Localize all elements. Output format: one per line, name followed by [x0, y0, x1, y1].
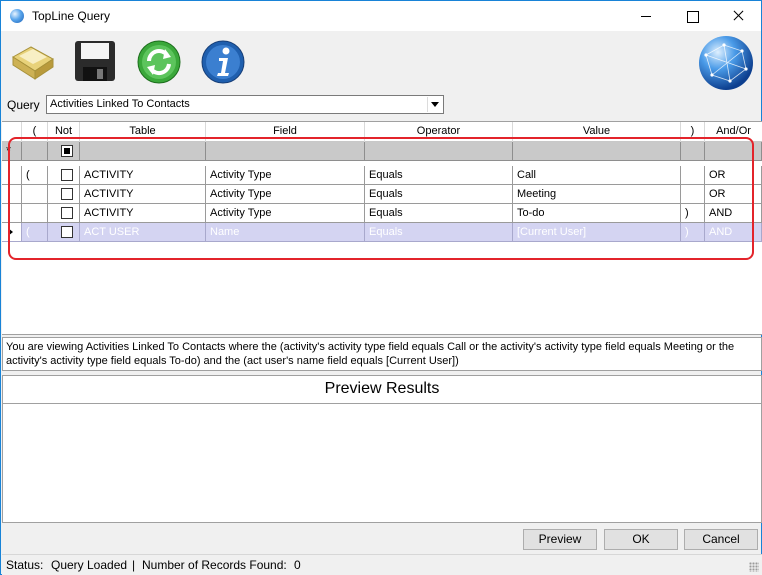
- not-checkbox[interactable]: [61, 169, 73, 181]
- maximize-button[interactable]: [669, 1, 715, 31]
- cell-table[interactable]: ACTIVITY: [80, 185, 206, 204]
- cell-operator[interactable]: [365, 142, 513, 161]
- cell-open-paren[interactable]: [22, 185, 48, 204]
- header-field[interactable]: Field: [206, 122, 365, 142]
- open-folder-icon[interactable]: [9, 39, 57, 85]
- cell-field[interactable]: [206, 142, 365, 161]
- cell-field[interactable]: Name: [206, 223, 365, 242]
- cell-not[interactable]: [48, 223, 80, 242]
- cell-value[interactable]: Call: [513, 166, 681, 185]
- status-value: Query Loaded: [51, 558, 128, 572]
- query-criteria-grid: ( Not Table Field Operator Value ) And/O…: [2, 121, 762, 335]
- cell-field[interactable]: Activity Type: [206, 185, 365, 204]
- resize-grip-icon[interactable]: [749, 562, 759, 572]
- cell-table[interactable]: ACT USER: [80, 223, 206, 242]
- app-globe-icon: [10, 9, 24, 23]
- cell-value[interactable]: To-do: [513, 204, 681, 223]
- new-row[interactable]: *: [2, 142, 762, 161]
- cell-close-paren[interactable]: [681, 166, 705, 185]
- cell-operator[interactable]: Equals: [365, 185, 513, 204]
- cell-and-or[interactable]: AND: [705, 204, 762, 223]
- row-selector[interactable]: [2, 166, 22, 185]
- globe-icon: [696, 33, 756, 93]
- cell-operator[interactable]: Equals: [365, 166, 513, 185]
- cell-and-or[interactable]: AND: [705, 223, 762, 242]
- info-icon[interactable]: [199, 39, 247, 85]
- cell-open-paren[interactable]: [22, 204, 48, 223]
- window-title: TopLine Query: [32, 9, 111, 23]
- records-found-count: 0: [294, 558, 301, 572]
- header-and-or[interactable]: And/Or: [705, 122, 762, 142]
- cell-table[interactable]: ACTIVITY: [80, 204, 206, 223]
- cell-not[interactable]: [48, 185, 80, 204]
- cell-close-paren[interactable]: [681, 185, 705, 204]
- cell-close-paren[interactable]: ): [681, 204, 705, 223]
- minimize-button[interactable]: [623, 1, 669, 31]
- cell-open-paren[interactable]: [22, 142, 48, 161]
- cell-field[interactable]: Activity Type: [206, 204, 365, 223]
- cell-operator[interactable]: Equals: [365, 204, 513, 223]
- header-open-paren[interactable]: (: [22, 122, 48, 142]
- status-label: Status:: [6, 558, 44, 572]
- header-table[interactable]: Table: [80, 122, 206, 142]
- status-separator: |: [132, 558, 136, 572]
- query-label: Query: [7, 98, 40, 112]
- records-found-label: Number of Records Found:: [142, 558, 287, 572]
- header-not[interactable]: Not: [48, 122, 80, 142]
- table-row[interactable]: ACTIVITY Activity Type Equals Meeting OR: [2, 185, 762, 204]
- title-bar: TopLine Query: [1, 1, 761, 31]
- cell-not[interactable]: [48, 166, 80, 185]
- header-operator[interactable]: Operator: [365, 122, 513, 142]
- query-dropdown[interactable]: Activities Linked To Contacts: [46, 95, 444, 114]
- preview-results-title: Preview Results: [2, 375, 762, 403]
- header-value[interactable]: Value: [513, 122, 681, 142]
- cell-value[interactable]: [Current User]: [513, 223, 681, 242]
- cell-close-paren[interactable]: ): [681, 223, 705, 242]
- table-row[interactable]: ACTIVITY Activity Type Equals To-do ) AN…: [2, 204, 762, 223]
- cell-table[interactable]: ACTIVITY: [80, 166, 206, 185]
- new-row-marker: *: [6, 143, 12, 158]
- not-checkbox[interactable]: [61, 226, 73, 238]
- cell-and-or[interactable]: OR: [705, 185, 762, 204]
- grid-header: ( Not Table Field Operator Value ) And/O…: [2, 122, 762, 142]
- cell-value[interactable]: [513, 142, 681, 161]
- table-row-selected[interactable]: ( ACT USER Name Equals [Current User] ) …: [2, 223, 762, 242]
- refresh-icon[interactable]: [135, 39, 183, 85]
- table-row[interactable]: ( ACTIVITY Activity Type Equals Call OR: [2, 166, 762, 185]
- cell-not[interactable]: [48, 142, 80, 161]
- query-description: You are viewing Activities Linked To Con…: [2, 337, 762, 371]
- ok-button[interactable]: OK: [604, 529, 678, 550]
- row-selector[interactable]: [2, 223, 22, 242]
- preview-results-area[interactable]: [2, 403, 762, 523]
- cell-and-or[interactable]: [705, 142, 762, 161]
- cancel-button[interactable]: Cancel: [684, 529, 758, 550]
- cell-not[interactable]: [48, 204, 80, 223]
- cell-close-paren[interactable]: [681, 142, 705, 161]
- cell-table[interactable]: [80, 142, 206, 161]
- cell-open-paren[interactable]: (: [22, 223, 48, 242]
- chevron-down-icon[interactable]: [427, 97, 442, 112]
- cell-and-or[interactable]: OR: [705, 166, 762, 185]
- not-checkbox[interactable]: [61, 207, 73, 219]
- not-checkbox[interactable]: [61, 145, 73, 157]
- close-button[interactable]: [715, 1, 761, 31]
- preview-button[interactable]: Preview: [523, 529, 597, 550]
- cell-operator[interactable]: Equals: [365, 223, 513, 242]
- save-disk-icon[interactable]: [71, 39, 119, 85]
- query-dropdown-value: Activities Linked To Contacts: [50, 98, 190, 110]
- cell-open-paren[interactable]: (: [22, 166, 48, 185]
- status-bar: Status: Query Loaded | Number of Records…: [2, 554, 762, 575]
- row-selector[interactable]: [2, 185, 22, 204]
- row-selector[interactable]: *: [2, 142, 22, 161]
- header-close-paren[interactable]: ): [681, 122, 705, 142]
- header-row-selector: [2, 122, 22, 142]
- row-selector[interactable]: [2, 204, 22, 223]
- current-row-pointer-icon: [8, 228, 13, 236]
- query-window: TopLine Query Query Activities Linked To…: [0, 0, 762, 575]
- cell-value[interactable]: Meeting: [513, 185, 681, 204]
- not-checkbox[interactable]: [61, 188, 73, 200]
- cell-field[interactable]: Activity Type: [206, 166, 365, 185]
